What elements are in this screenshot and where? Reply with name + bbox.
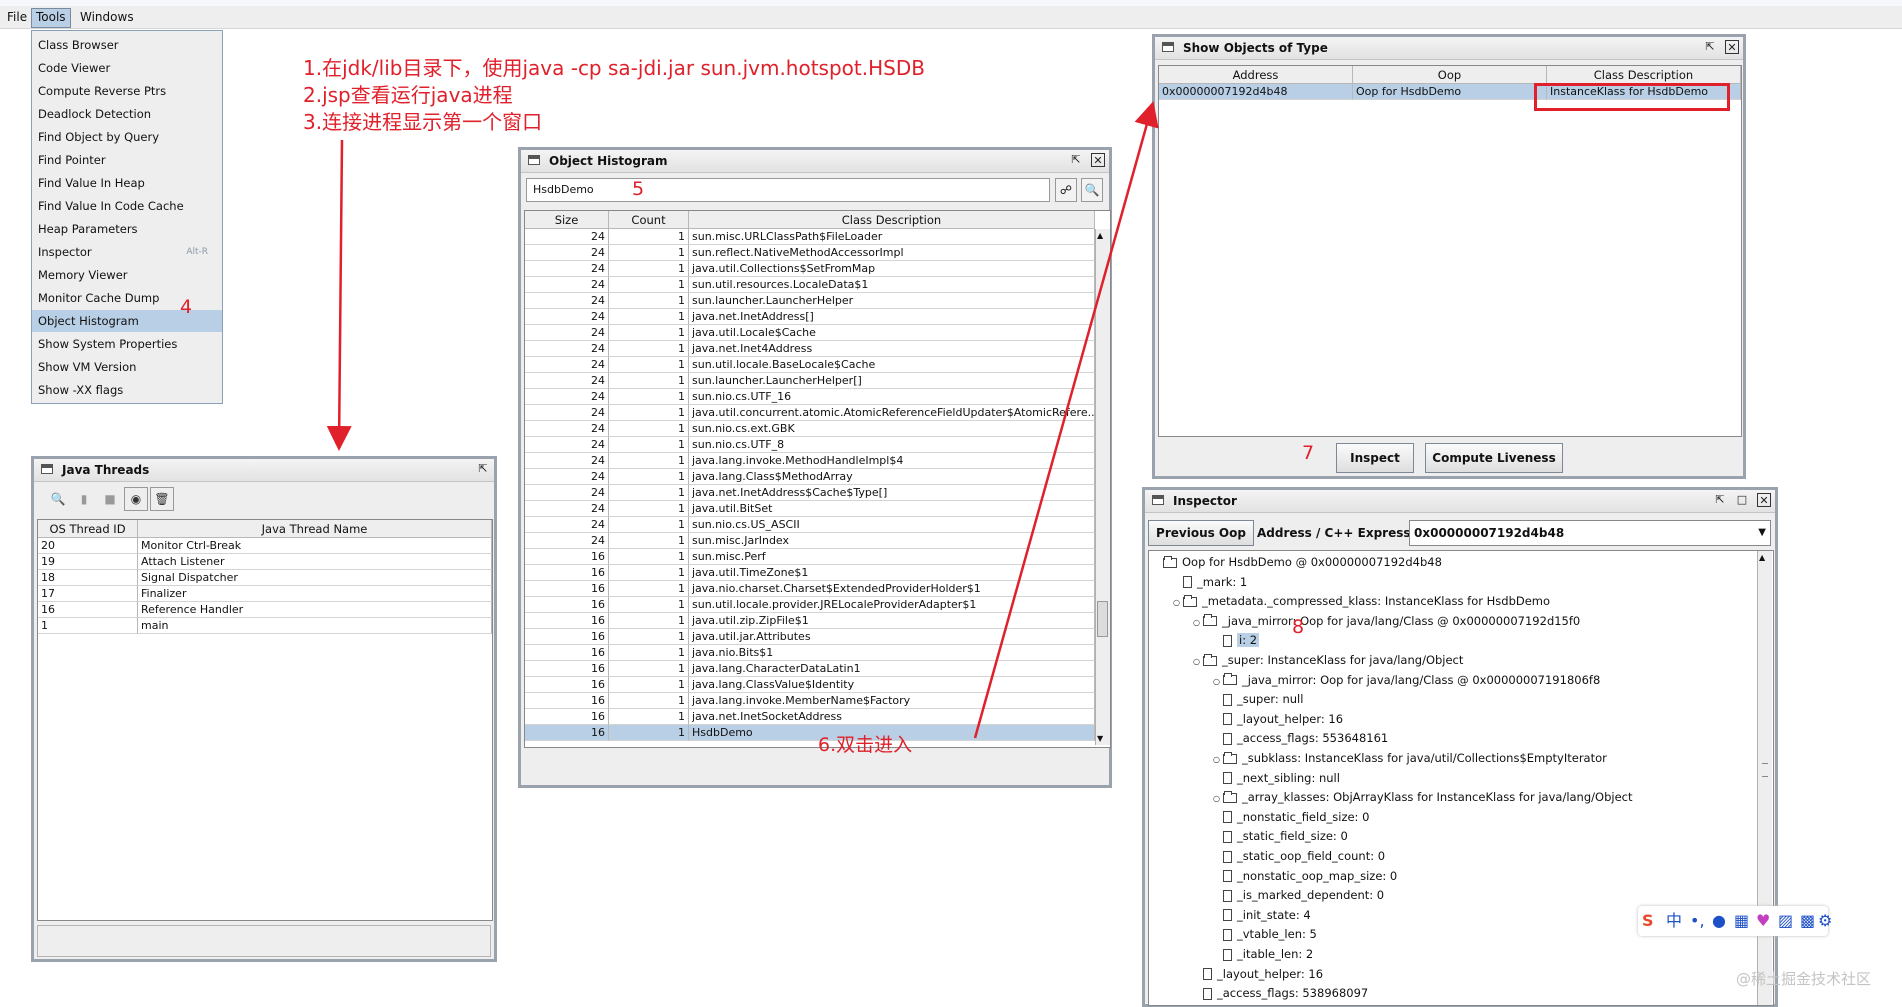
annotation-arrows [326, 101, 1159, 739]
arrow-to-java-threads [326, 139, 352, 451]
arrow-to-show-objects [973, 101, 1159, 739]
